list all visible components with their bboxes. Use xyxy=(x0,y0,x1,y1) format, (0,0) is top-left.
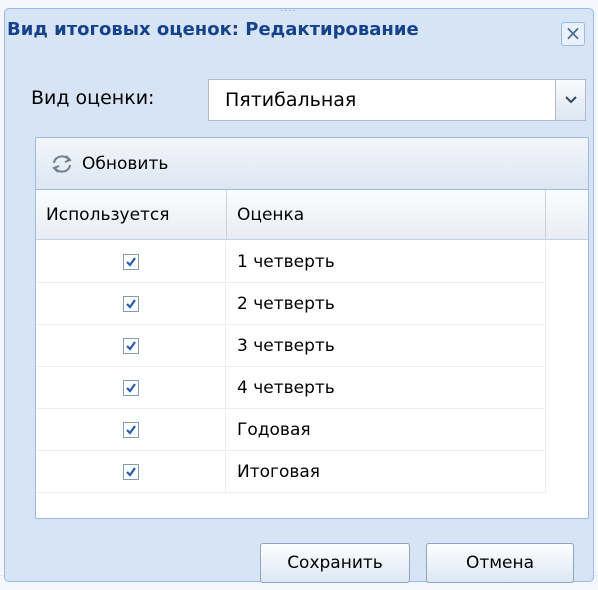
grade-cell: Итоговая xyxy=(227,451,546,492)
used-cell xyxy=(36,241,226,282)
checkmark-icon xyxy=(125,298,136,309)
checkmark-icon xyxy=(125,424,136,435)
column-header-spacer xyxy=(546,190,589,239)
table-row[interactable]: Годовая xyxy=(36,409,546,451)
used-checkbox[interactable] xyxy=(122,253,139,270)
refresh-label: Обновить xyxy=(82,154,169,174)
used-checkbox[interactable] xyxy=(122,421,139,438)
grades-grid-panel: Обновить Используется Оценка 1 четверть … xyxy=(35,137,589,519)
table-row[interactable]: 4 четверть xyxy=(36,367,546,409)
grade-cell: 4 четверть xyxy=(227,367,546,408)
checkmark-icon xyxy=(125,256,136,267)
column-header-grade[interactable]: Оценка xyxy=(227,190,546,239)
checkmark-icon xyxy=(125,466,136,477)
used-checkbox[interactable] xyxy=(122,337,139,354)
close-icon: × xyxy=(564,21,582,45)
refresh-icon xyxy=(52,155,72,173)
used-cell xyxy=(36,283,226,324)
grade-type-select[interactable]: Пятибальная xyxy=(208,79,586,121)
dialog-title: Вид итоговых оценок: Редактирование xyxy=(7,19,419,40)
grid-toolbar: Обновить xyxy=(36,138,588,190)
column-header-used[interactable]: Используется xyxy=(36,190,227,239)
used-cell xyxy=(36,409,226,450)
table-row[interactable]: 1 четверть xyxy=(36,241,546,283)
close-button[interactable]: × xyxy=(561,22,585,46)
chevron-down-icon xyxy=(564,96,577,104)
table-row[interactable]: 2 четверть xyxy=(36,283,546,325)
grade-cell: 1 четверть xyxy=(227,241,546,282)
used-checkbox[interactable] xyxy=(122,295,139,312)
grade-cell: Годовая xyxy=(227,409,546,450)
grade-type-dropdown-trigger[interactable] xyxy=(555,80,585,120)
grade-cell: 2 четверть xyxy=(227,283,546,324)
table-row[interactable]: Итоговая xyxy=(36,451,546,493)
grade-types-edit-dialog: ···· Вид итоговых оценок: Редактирование… xyxy=(4,6,594,583)
grade-type-label: Вид оценки: xyxy=(31,87,155,109)
used-cell xyxy=(36,367,226,408)
checkmark-icon xyxy=(125,382,136,393)
used-checkbox[interactable] xyxy=(122,463,139,480)
dialog-titlebar[interactable]: ···· Вид итоговых оценок: Редактирование… xyxy=(5,6,593,59)
used-checkbox[interactable] xyxy=(122,379,139,396)
table-row[interactable]: 3 четверть xyxy=(36,325,546,367)
grade-cell: 3 четверть xyxy=(227,325,546,366)
grid-header: Используется Оценка xyxy=(36,190,588,240)
used-cell xyxy=(36,451,226,492)
cancel-button[interactable]: Отмена xyxy=(426,543,574,583)
grade-type-value: Пятибальная xyxy=(225,89,357,111)
used-cell xyxy=(36,325,226,366)
grid-body: 1 четверть 2 четверть 3 четверть 4 четве… xyxy=(36,241,546,493)
save-button[interactable]: Сохранить xyxy=(260,543,410,583)
refresh-button[interactable]: Обновить xyxy=(44,148,174,180)
checkmark-icon xyxy=(125,340,136,351)
drag-grip-icon[interactable]: ···· xyxy=(280,6,297,17)
